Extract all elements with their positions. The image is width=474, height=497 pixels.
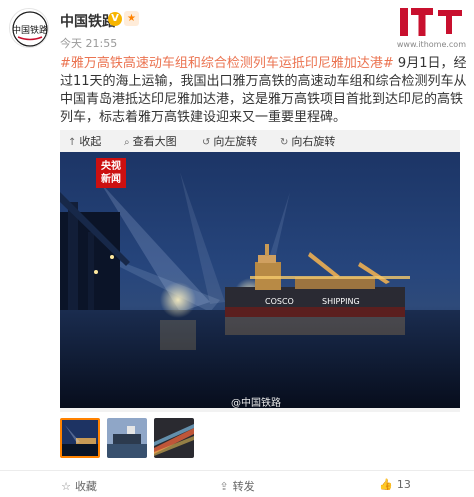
svg-text:中国铁路: 中国铁路: [12, 24, 48, 36]
post-timestamp: 今天 21:55: [60, 37, 118, 50]
rotate-left-button[interactable]: ↺ 向左旋转: [202, 133, 257, 149]
zoom-icon: ⌕: [124, 137, 130, 148]
thumbnail-night-port-icon: [62, 420, 98, 456]
image-viewer: ↑ 收起 ⌕ 查看大图 ↺ 向左旋转 ↻ 向右旋转 COSCO SHIPPING…: [60, 130, 460, 412]
thumbnail-strip: [60, 418, 200, 462]
post-body: #雅万高铁高速动车组和综合检测列车运抵印尼雅加达港# 9月1日，经过11天的海上…: [60, 55, 468, 127]
photo-watermark: @中国铁路: [231, 398, 281, 408]
ithome-url: www.ithome.com: [396, 40, 466, 49]
collapse-button[interactable]: ↑ 收起: [68, 133, 101, 149]
verified-badge-icon: V: [108, 12, 122, 26]
rotate-right-icon: ↻: [280, 137, 289, 148]
thumbnail-2[interactable]: [107, 418, 147, 458]
thumbnail-1[interactable]: [60, 418, 100, 458]
post-header: 中国铁路 中国铁路 V ★ 今天 21:55 www.ithome.com: [0, 0, 474, 52]
action-bar: ☆ 收藏 ⇪ 转发 👍 13: [0, 471, 474, 497]
collapse-icon: ↑: [68, 137, 77, 148]
view-large-button[interactable]: ⌕ 查看大图: [124, 133, 177, 149]
medal-icon: ★: [124, 11, 139, 26]
favorite-button[interactable]: ☆ 收藏: [0, 478, 158, 494]
viewer-toolbar: ↑ 收起 ⌕ 查看大图 ↺ 向左旋转 ↻ 向右旋转: [60, 130, 460, 150]
repost-button[interactable]: ⇪ 转发: [158, 478, 316, 494]
star-icon: ☆: [61, 480, 71, 493]
topic-link[interactable]: #雅万高铁高速动车组和综合检测列车运抵印尼雅加达港#: [60, 56, 394, 71]
share-icon: ⇪: [219, 480, 229, 493]
cctv-news-logo: 央视 新闻: [96, 158, 126, 188]
like-icon: 👍: [379, 478, 393, 491]
china-railway-logo-icon: 中国铁路: [10, 9, 48, 47]
thumbnail-3[interactable]: [154, 418, 194, 458]
thumbnail-train-light-icon: [154, 418, 194, 458]
avatar[interactable]: 中国铁路: [9, 8, 49, 48]
like-button[interactable]: 👍 13: [316, 478, 474, 491]
ship-text-left: COSCO: [265, 297, 294, 306]
thumbnail-ship-icon: [107, 418, 147, 458]
rotate-right-button[interactable]: ↻ 向右旋转: [280, 133, 335, 149]
rotate-left-icon: ↺: [202, 137, 211, 148]
main-photo[interactable]: COSCO SHIPPING 央视 新闻 @中国铁路: [60, 152, 460, 408]
night-port-ship-image: COSCO SHIPPING: [60, 152, 460, 408]
ship-text-right: SHIPPING: [322, 297, 360, 306]
ithome-logo-icon: [400, 8, 462, 36]
